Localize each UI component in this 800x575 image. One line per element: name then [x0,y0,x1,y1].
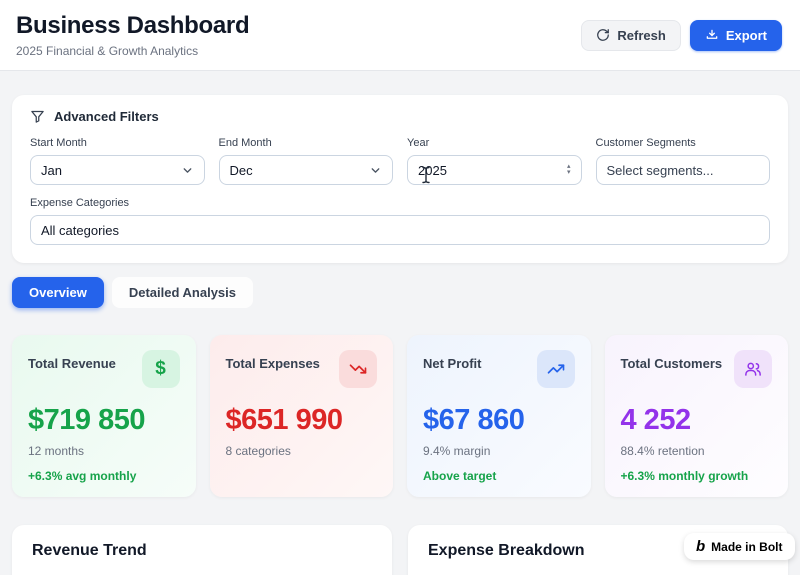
export-button[interactable]: Export [689,19,782,51]
dollar-icon: $ [141,350,180,388]
chevron-down-icon [183,167,191,173]
total-customers-value: 4 252 [620,404,692,436]
header-actions: Refresh Export [581,19,782,51]
tab-detailed-analysis[interactable]: Detailed Analysis [111,277,254,308]
total-customers-card: Total Customers 4 252 88.4% retention +6… [604,335,788,497]
total-expenses-growth [226,469,378,483]
year-input[interactable]: 2025 ▴ ▾ [407,155,582,185]
expense-categories-value: All categories [41,222,120,238]
net-profit-growth: Above target [423,469,497,483]
revenue-trend-card: Revenue Trend $75 600 [12,525,392,575]
dashboard-page: Business Dashboard 2025 Financial & Grow… [0,0,800,575]
end-month-group: End Month Dec [218,137,393,185]
stat-card-top: Total Expenses [225,350,377,388]
total-revenue-card: Total Revenue $ $719 850 12 months +6.3%… [12,335,196,497]
start-month-label: Start Month [30,137,87,149]
export-button-label: Export [725,27,767,43]
charts-row: Revenue Trend $75 600 Expense Breakdown … [12,525,788,575]
stat-cards: Total Revenue $ $719 850 12 months +6.3%… [12,335,788,497]
total-revenue-sub: 12 months [28,444,85,458]
total-expenses-sub: 8 categories [225,444,291,458]
header: Business Dashboard 2025 Financial & Grow… [0,0,800,71]
trending-down-icon [339,350,377,388]
segments-label: Customer Segments [595,137,696,149]
header-titles: Business Dashboard 2025 Financial & Grow… [16,12,250,58]
start-month-value: Jan [41,162,62,178]
total-customers-label: Total Customers [620,356,723,371]
filters-grid: Start Month Jan End Month Dec Year 2025 … [30,137,770,185]
start-month-group: Start Month Jan [30,137,205,185]
end-month-select[interactable]: Dec [218,155,393,185]
year-label: Year [407,137,430,149]
made-in-bolt-label: Made in Bolt [711,539,783,554]
total-revenue-label: Total Revenue [28,356,116,371]
total-customers-growth: +6.3% monthly growth [620,469,749,483]
filters-header: Advanced Filters [30,109,770,124]
year-group: Year 2025 ▴ ▾ [407,137,582,185]
chevron-down-icon [371,167,380,173]
download-icon [706,29,718,39]
start-month-select[interactable]: Jan [30,155,205,185]
refresh-button-label: Refresh [617,27,666,43]
net-profit-value: $67 860 [423,404,525,436]
made-in-bolt-badge[interactable]: b Made in Bolt [684,533,795,560]
stat-card-top: Total Customers [620,350,772,388]
refresh-button[interactable]: Refresh [581,19,681,51]
total-expenses-label: Total Expenses [225,356,320,371]
revenue-trend-title: Revenue Trend [32,542,147,559]
total-revenue-value: $719 850 [28,404,145,436]
end-month-value: Dec [229,162,253,178]
total-revenue-growth: +6.3% avg monthly [28,469,137,483]
net-profit-card: Net Profit $67 860 9.4% margin Above tar… [407,335,591,497]
net-profit-sub: 9.4% margin [423,444,491,458]
stat-card-top: Net Profit [423,350,575,388]
page-title: Business Dashboard [16,12,250,39]
filters-title: Advanced Filters [54,109,159,124]
dollar-glyph: $ [155,358,166,379]
total-customers-sub: 88.4% retention [620,444,705,458]
page-subtitle: 2025 Financial & Growth Analytics [16,44,199,58]
users-icon [734,350,772,388]
trending-up-icon [536,350,575,388]
stat-card-top: Total Revenue $ [28,350,180,388]
total-expenses-value: $651 990 [225,404,343,436]
net-profit-label: Net Profit [423,356,482,371]
view-tabs: Overview Detailed Analysis [12,277,788,308]
advanced-filters-panel: Advanced Filters Start Month Jan End Mon… [12,95,788,263]
tab-overview[interactable]: Overview [12,277,104,308]
expense-categories-label: Expense Categories [30,197,130,209]
segments-group: Customer Segments Select segments... [595,137,770,185]
total-expenses-card: Total Expenses $651 990 8 categories [209,335,393,497]
bolt-logo-icon: b [696,538,706,555]
refresh-icon [597,29,610,41]
segments-placeholder: Select segments... [606,162,714,178]
filter-funnel-icon [31,110,44,123]
expense-categories-input[interactable]: All categories [30,215,770,245]
expense-categories-group: Expense Categories All categories [30,197,770,245]
main-content: Advanced Filters Start Month Jan End Mon… [0,95,800,575]
segments-input[interactable]: Select segments... [595,155,770,185]
number-stepper-icon[interactable]: ▴ ▾ [567,163,571,176]
year-value: 2025 [418,162,447,178]
end-month-label: End Month [218,137,272,149]
